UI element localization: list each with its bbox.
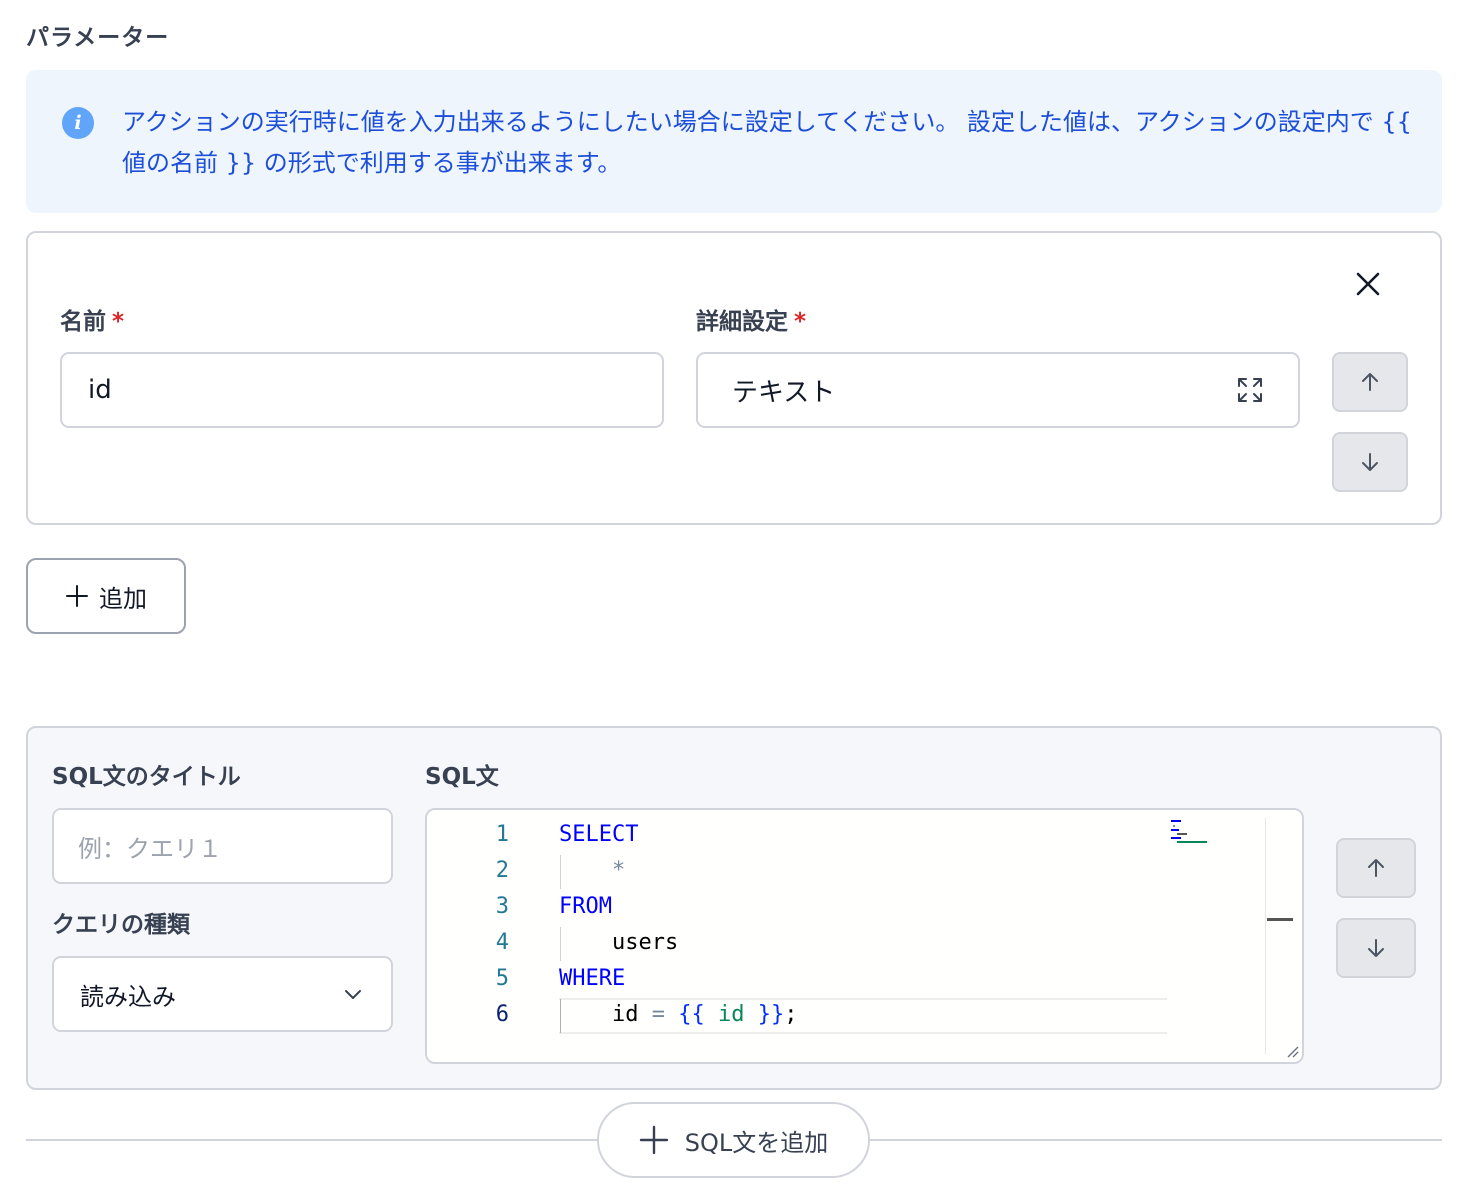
code-line: id = {{ id }}; [559, 1002, 798, 1027]
sql-title-input[interactable]: 例：クエリ１ [52, 808, 393, 884]
code-line: WHERE [559, 966, 626, 991]
editor-scrollbar[interactable] [1265, 818, 1266, 1054]
sql-move-down-button[interactable] [1336, 918, 1416, 978]
code-line: users [559, 930, 679, 955]
arrow-down-icon [1368, 939, 1384, 957]
arrow-up-icon [1362, 373, 1378, 391]
move-down-button[interactable] [1332, 432, 1408, 492]
query-type-label: クエリの種類 [52, 912, 190, 938]
line-number: 5 [495, 966, 509, 991]
arrow-up-icon [1368, 859, 1384, 877]
line-number: 4 [495, 930, 509, 955]
name-label-text: 名前 [60, 309, 106, 335]
required-mark: * [112, 309, 125, 335]
scrollbar-marker [1267, 918, 1293, 921]
sql-move-up-button[interactable] [1336, 838, 1416, 898]
name-label: 名前 * [60, 302, 124, 336]
detail-settings-label: 詳細設定 * [696, 302, 806, 336]
plus-icon [66, 585, 88, 607]
resize-grip-icon[interactable] [1285, 1044, 1299, 1058]
name-input[interactable]: id [60, 352, 664, 428]
add-parameter-label: 追加 [99, 584, 147, 613]
expand-icon[interactable] [1236, 376, 1264, 404]
required-mark: * [794, 309, 807, 335]
detail-settings-value: テキスト [732, 377, 836, 408]
line-number: 3 [495, 894, 509, 919]
name-input-value: id [88, 375, 112, 405]
arrow-down-icon [1362, 453, 1378, 471]
query-type-value: 読み込み [80, 982, 176, 1011]
chevron-down-icon [345, 990, 361, 999]
code-line: SELECT [559, 822, 639, 847]
plus-icon [639, 1125, 668, 1155]
info-icon: i [62, 107, 94, 139]
detail-settings-label-text: 詳細設定 [696, 309, 788, 335]
move-up-button[interactable] [1332, 352, 1408, 412]
code-minimap [1171, 820, 1211, 846]
line-number: 2 [495, 858, 509, 883]
parameters-title: パラメーター [26, 25, 170, 51]
code-line-last: id = {{ id }}; [611, 1002, 798, 1027]
add-sql-button[interactable]: SQL文を追加 [597, 1102, 870, 1178]
add-parameter-button[interactable]: 追加 [26, 558, 186, 634]
close-icon[interactable] [1354, 270, 1382, 298]
sql-title-placeholder: 例：クエリ１ [78, 834, 222, 863]
code-line: * [559, 858, 626, 883]
line-number: 6 [495, 1002, 509, 1027]
line-number: 1 [495, 822, 509, 847]
detail-settings-field[interactable]: テキスト [696, 352, 1300, 428]
sql-statement-label: SQL文 [425, 764, 499, 790]
add-sql-label: SQL文を追加 [684, 1128, 829, 1157]
sql-title-label: SQL文のタイトル [52, 764, 241, 790]
code-line: FROM [559, 894, 612, 919]
sql-code-editor[interactable]: 1 2 3 4 5 6 SELECT * FROM users WHERE id… [425, 808, 1304, 1064]
info-text: アクションの実行時に値を入力出来るようにしたい場合に設定してください。 設定した… [122, 108, 1412, 177]
